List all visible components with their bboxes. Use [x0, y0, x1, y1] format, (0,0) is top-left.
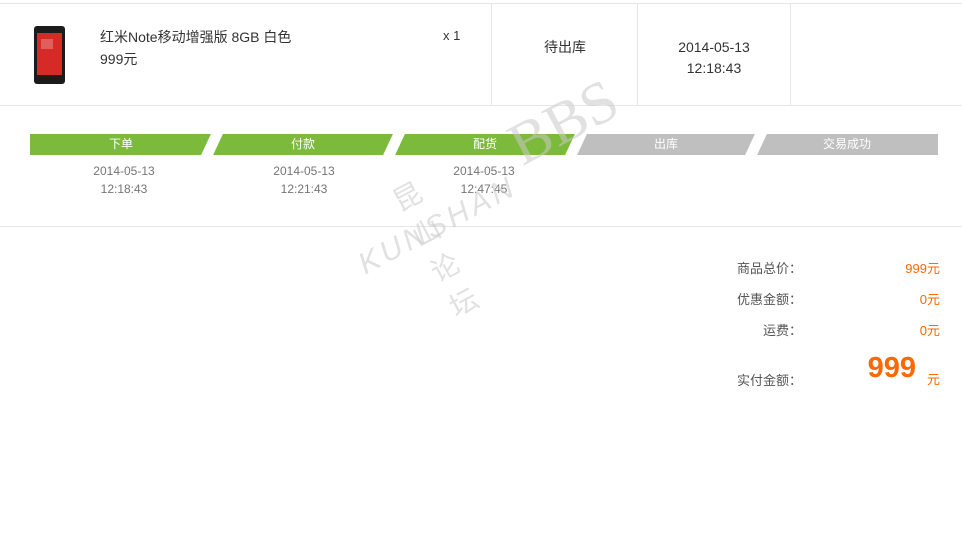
order-time: 12:18:43 [686, 60, 742, 76]
progress-step-order: 下单 [30, 134, 212, 155]
total-unit: 元 [926, 372, 940, 387]
progress-step-complete: 交易成功 [756, 134, 938, 155]
order-status: 待出库 [544, 39, 586, 55]
progress-step-pack: 配货 [394, 134, 576, 155]
shipping-value: 0元 [919, 323, 940, 338]
progress-time-pay: 2014-05-13 12:21:43 [244, 162, 364, 198]
total-label: 实付金额： [736, 373, 802, 388]
product-quantity: x 1 [443, 28, 461, 43]
progress-time-pack: 2014-05-13 12:47:45 [424, 162, 544, 198]
divider [790, 4, 791, 105]
product-image[interactable] [34, 26, 65, 84]
product-name[interactable]: 红米Note移动增强版 8GB 白色 [100, 27, 291, 47]
order-progress-bar: 下单 付款 配货 出库 交易成功 [30, 134, 938, 155]
product-price: 999元 [100, 51, 138, 67]
order-datetime: 2014-05-13 12:18:43 [638, 37, 790, 79]
discount-value: 0元 [919, 292, 940, 307]
progress-step-pay: 付款 [212, 134, 394, 155]
step-time: 12:47:45 [460, 182, 508, 196]
step-time: 12:18:43 [100, 182, 148, 196]
progress-step-ship: 出库 [576, 134, 756, 155]
shipping-label: 运费： [762, 323, 802, 338]
subtotal-label: 商品总价： [736, 261, 802, 276]
step-date: 2014-05-13 [273, 164, 335, 178]
step-time: 12:21:43 [280, 182, 328, 196]
subtotal-value: 999元 [905, 261, 940, 276]
total-amount: 999 [867, 352, 916, 384]
order-date: 2014-05-13 [678, 39, 750, 55]
order-item-row: 红米Note移动增强版 8GB 白色 999元 x 1 待出库 2014-05-… [0, 3, 962, 106]
step-date: 2014-05-13 [453, 164, 515, 178]
discount-label: 优惠金额： [736, 292, 802, 307]
progress-time-order: 2014-05-13 12:18:43 [64, 162, 184, 198]
step-date: 2014-05-13 [93, 164, 155, 178]
section-divider [0, 226, 962, 227]
